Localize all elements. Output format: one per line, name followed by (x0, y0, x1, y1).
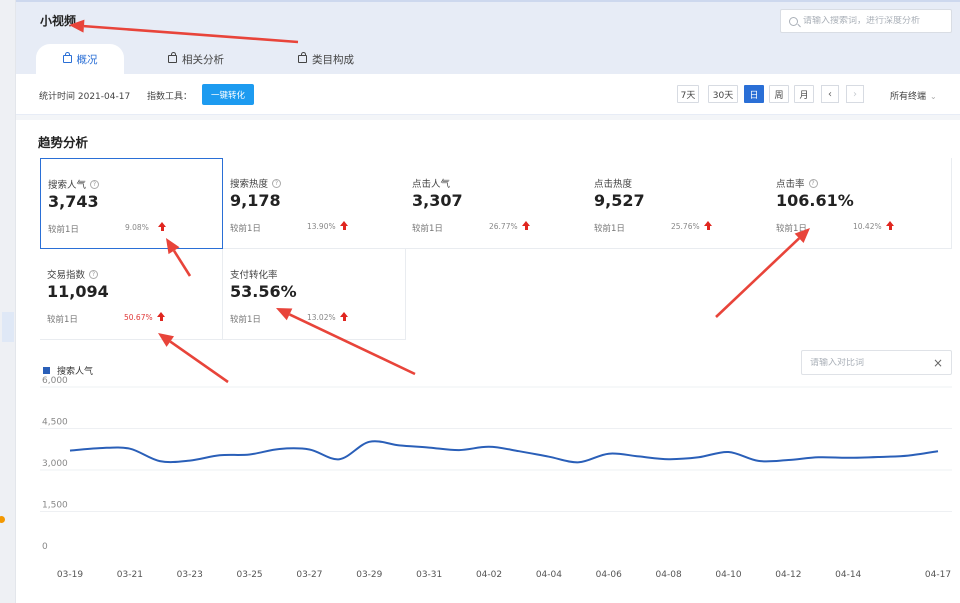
y-tick-label: 3,000 (42, 459, 68, 469)
annotation-arrow-shaft (715, 237, 801, 318)
y-tick-label: 0 (42, 542, 48, 552)
y-tick-label: 6,000 (42, 376, 68, 386)
annotation-arrow-head (166, 238, 180, 255)
y-tick-label: 4,500 (42, 418, 68, 428)
x-tick-label: 04-04 (536, 570, 562, 580)
x-tick-label: 03-19 (57, 570, 83, 580)
x-tick-label: 03-21 (117, 570, 143, 580)
x-tick-label: 03-31 (416, 570, 442, 580)
x-tick-label: 04-08 (656, 570, 682, 580)
x-tick-label: 03-29 (356, 570, 382, 580)
x-tick-label: 04-17 (925, 570, 951, 580)
x-tick-label: 04-14 (835, 570, 861, 580)
x-tick-label: 04-06 (596, 570, 622, 580)
trend-chart: 0 1,500 3,000 4,500 6,000 03-19 03-21 03-23 03-2… (40, 19, 952, 580)
x-tick-label: 03-25 (237, 570, 263, 580)
annotation-arrow-shaft (83, 24, 299, 44)
x-tick-label: 04-02 (476, 570, 502, 580)
annotation-arrow-shaft (169, 340, 229, 384)
series-line (69, 440, 939, 464)
x-tick-label: 03-27 (296, 570, 322, 580)
annotation-arrow-shaft (172, 249, 192, 277)
y-tick-label: 1,500 (42, 501, 68, 511)
annotation-arrow-head (158, 333, 175, 347)
x-tick-label: 04-12 (775, 570, 801, 580)
annotation-arrow-head (69, 19, 85, 33)
x-tick-label: 03-23 (177, 570, 203, 580)
x-tick-label: 04-10 (715, 570, 741, 580)
annotation-arrow-shaft (288, 313, 416, 376)
